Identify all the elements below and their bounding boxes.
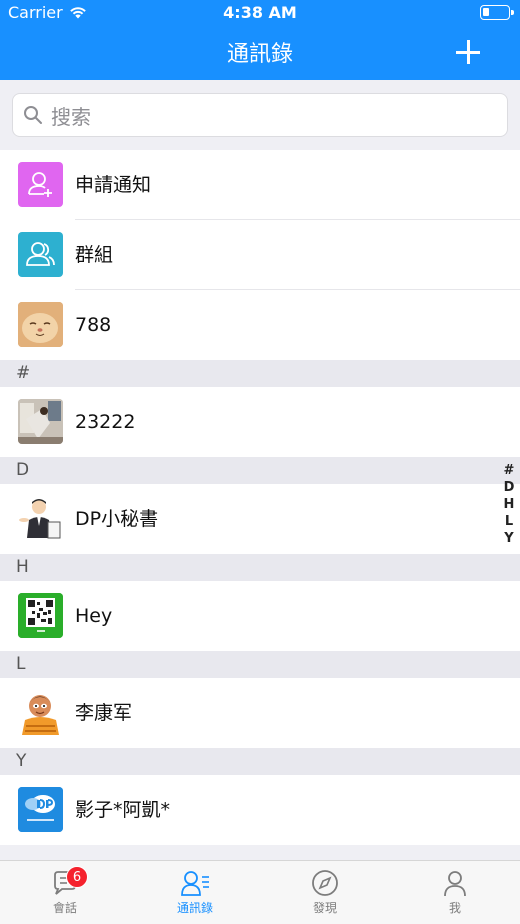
dp-logo-avatar bbox=[18, 787, 63, 832]
search-input[interactable]: 搜索 bbox=[12, 93, 508, 137]
tab-label: 通訊錄 bbox=[176, 901, 213, 915]
section-header-l: L bbox=[0, 651, 520, 678]
tab-label: 我 bbox=[448, 901, 461, 915]
tab-chats[interactable]: 會話 6 bbox=[0, 861, 130, 924]
list-item-label: 李康军 bbox=[75, 702, 133, 724]
compass-icon bbox=[312, 870, 338, 896]
unread-badge: 6 bbox=[66, 866, 88, 888]
list-item-contact[interactable]: 788 bbox=[0, 290, 520, 360]
user-add-icon bbox=[18, 162, 63, 207]
list-item-contact[interactable]: 23222 bbox=[0, 387, 520, 457]
status-time: 4:38 AM bbox=[223, 3, 297, 22]
index-letter[interactable]: H bbox=[502, 496, 516, 513]
person-icon bbox=[444, 871, 466, 897]
battery-icon bbox=[480, 5, 514, 20]
list-item-label: 影子*阿凱* bbox=[75, 799, 171, 821]
tab-contacts[interactable]: 通訊錄 bbox=[130, 861, 260, 924]
cartoon-avatar bbox=[18, 690, 63, 735]
contacts-icon bbox=[181, 871, 209, 896]
list-item-contact[interactable]: 影子*阿凱* bbox=[0, 775, 520, 845]
index-letter[interactable]: L bbox=[502, 513, 516, 530]
tab-discover[interactable]: 發現 bbox=[260, 861, 390, 924]
tab-label: 發現 bbox=[312, 901, 337, 915]
section-header-hash: # bbox=[0, 360, 520, 387]
section-header-y: Y bbox=[0, 748, 520, 775]
add-icon[interactable] bbox=[456, 40, 480, 64]
index-letter[interactable]: Y bbox=[502, 530, 516, 547]
list-item-label: 群組 bbox=[75, 244, 114, 266]
tab-me[interactable]: 我 bbox=[390, 861, 520, 924]
group-icon bbox=[18, 232, 63, 277]
index-letter[interactable]: # bbox=[502, 462, 516, 479]
list-item-contact[interactable]: 李康军 bbox=[0, 678, 520, 748]
list-item-label: 23222 bbox=[75, 411, 136, 433]
index-letter[interactable]: D bbox=[502, 479, 516, 496]
list-item-label: 788 bbox=[75, 314, 112, 336]
list-item-label: 申請通知 bbox=[75, 174, 152, 196]
qrcode-avatar bbox=[18, 593, 63, 638]
nav-bar: Carrier 4:38 AM 通訊錄 bbox=[0, 0, 520, 80]
section-header-d: D bbox=[0, 457, 520, 484]
list-item-contact[interactable]: Hey bbox=[0, 581, 520, 651]
list-item-label: Hey bbox=[75, 605, 113, 627]
cat-avatar bbox=[18, 302, 63, 347]
alphabet-index[interactable]: # D H L Y bbox=[502, 462, 516, 547]
secretary-avatar bbox=[18, 496, 63, 541]
page-title: 通訊錄 bbox=[226, 42, 293, 67]
list-item-contact[interactable]: DP小秘書 bbox=[0, 484, 520, 554]
list-item-groups[interactable]: 群組 bbox=[0, 220, 520, 290]
tab-bar: 會話 6 通訊錄 發現 我 bbox=[0, 860, 520, 924]
list-item-label: DP小秘書 bbox=[75, 508, 159, 530]
search-placeholder: 搜索 bbox=[51, 104, 91, 129]
search-bar: 搜索 bbox=[0, 80, 520, 150]
status-bar: Carrier 4:38 AM bbox=[0, 0, 520, 26]
list-item-apply-notify[interactable]: 申請通知 bbox=[0, 150, 520, 220]
contact-list: 申請通知 群組 788 # 23222 D DP小秘書 H Hey L 李康军 … bbox=[0, 150, 520, 845]
tab-label: 會話 bbox=[52, 901, 77, 915]
search-icon bbox=[24, 106, 42, 124]
section-header-h: H bbox=[0, 554, 520, 581]
photo-avatar bbox=[18, 399, 63, 444]
